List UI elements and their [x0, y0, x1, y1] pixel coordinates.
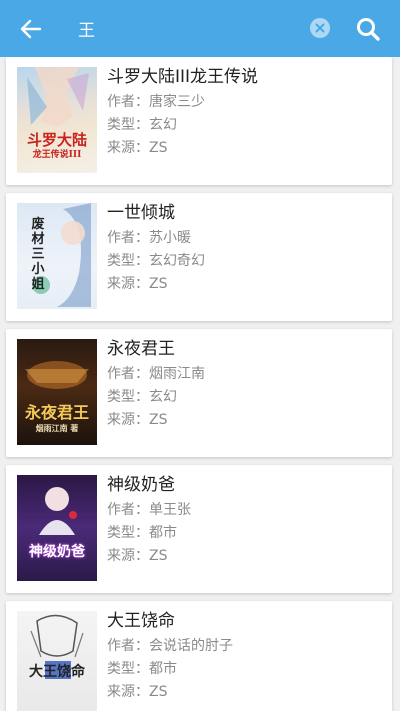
book-source: 来源：ZS [107, 276, 168, 292]
book-card[interactable]: 永夜君王 烟雨江南 著 永夜君王 作者：烟雨江南 类型：玄幻 来源：ZS [6, 329, 392, 457]
book-info: 神级奶爸 作者：单王张 类型：都市 来源：ZS [107, 473, 191, 568]
book-author: 作者：烟雨江南 [107, 366, 205, 382]
book-info: 永夜君王 作者：烟雨江南 类型：玄幻 来源：ZS [107, 337, 205, 432]
search-input[interactable]: 王 [62, 0, 336, 57]
cover-title: 神级奶爸 [29, 544, 85, 560]
book-title: 神级奶爸 [107, 475, 175, 495]
arrow-left-icon [20, 19, 42, 38]
clear-search-button[interactable] [310, 18, 330, 38]
book-author: 作者：苏小暖 [107, 230, 191, 246]
toolbar: 王 [0, 0, 400, 57]
book-genre: 类型：都市 [107, 525, 177, 541]
book-source: 来源：ZS [107, 548, 168, 564]
book-cover: 神级奶爸 [17, 475, 97, 581]
book-author: 作者：单王张 [107, 502, 191, 518]
book-title: 斗罗大陆III龙王传说 [107, 67, 259, 87]
book-title: 永夜君王 [107, 339, 175, 359]
cover-art [39, 487, 77, 535]
book-source: 来源：ZS [107, 412, 168, 428]
cover-title: 大王饶命 [29, 664, 85, 680]
cover-subtitle: 烟雨江南 著 [35, 423, 79, 433]
book-card[interactable]: 废材三小姐 一世倾城 作者：苏小暖 类型：玄幻奇幻 来源：ZS [6, 193, 392, 321]
book-source: 来源：ZS [107, 684, 168, 700]
book-card[interactable]: 神级奶爸 神级奶爸 作者：单王张 类型：都市 来源：ZS [6, 465, 392, 593]
magnifier-icon [357, 17, 380, 41]
book-cover: 大王饶命 [17, 611, 97, 711]
book-title: 大王饶命 [107, 611, 175, 631]
book-genre: 类型：玄幻 [107, 389, 177, 405]
search-query-text: 王 [78, 21, 96, 41]
clear-x-icon [315, 23, 325, 33]
cover-art [30, 614, 84, 679]
back-button[interactable] [0, 0, 62, 57]
book-cover: 废材三小姐 [17, 203, 97, 309]
book-title: 一世倾城 [107, 203, 175, 223]
book-result-list: 斗罗大陆 龙王传说III 斗罗大陆III龙王传说 作者：唐家三少 类型：玄幻 来… [0, 57, 400, 711]
book-card[interactable]: 斗罗大陆 龙王传说III 斗罗大陆III龙王传说 作者：唐家三少 类型：玄幻 来… [6, 57, 392, 185]
book-cover: 永夜君王 烟雨江南 著 [17, 339, 97, 445]
book-info: 斗罗大陆III龙王传说 作者：唐家三少 类型：玄幻 来源：ZS [107, 65, 258, 160]
book-card[interactable]: 大王饶命 大王饶命 作者：会说话的肘子 类型：都市 来源：ZS [6, 601, 392, 711]
book-source: 来源：ZS [107, 140, 168, 156]
cover-subtitle: 龙王传说III [32, 150, 82, 160]
book-genre: 类型：玄幻奇幻 [107, 253, 205, 269]
book-genre: 类型：玄幻 [107, 117, 177, 133]
search-button[interactable] [336, 0, 400, 57]
book-info: 大王饶命 作者：会说话的肘子 类型：都市 来源：ZS [107, 609, 233, 704]
book-author: 作者：唐家三少 [107, 94, 205, 110]
cover-title: 废材三小姐 [31, 217, 45, 292]
cover-title: 永夜君王 [24, 403, 89, 422]
book-cover: 斗罗大陆 龙王传说III [17, 67, 97, 173]
book-author: 作者：会说话的肘子 [107, 638, 233, 654]
book-info: 一世倾城 作者：苏小暖 类型：玄幻奇幻 来源：ZS [107, 201, 205, 296]
book-genre: 类型：都市 [107, 661, 177, 677]
